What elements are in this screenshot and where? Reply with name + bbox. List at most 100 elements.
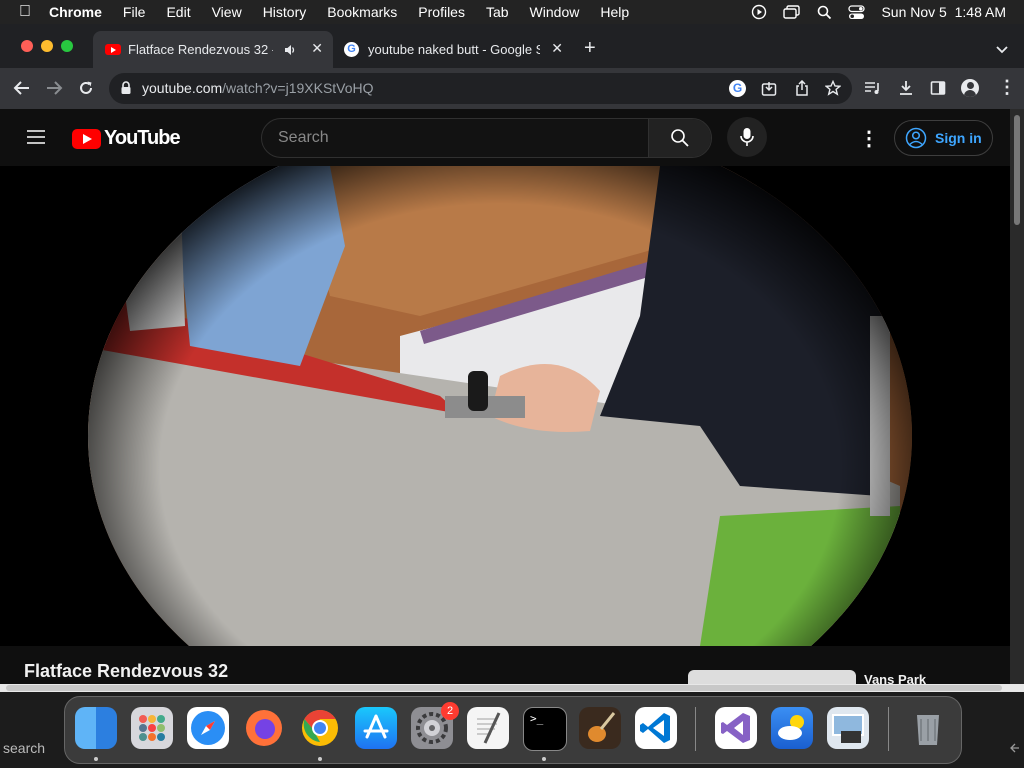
account-circle-icon — [905, 127, 927, 149]
chrome-tab-strip: Flatface Rendezvous 32 - ✕ G youtube nak… — [0, 24, 1024, 68]
dock-launchpad-icon[interactable] — [131, 707, 173, 749]
window-close-button[interactable] — [21, 40, 33, 52]
menu-bookmarks[interactable]: Bookmarks — [327, 4, 397, 20]
dock-textedit-icon[interactable] — [467, 707, 509, 749]
google-lens-icon[interactable]: G — [729, 80, 746, 97]
side-panel-icon[interactable] — [930, 80, 946, 96]
play-circle-icon[interactable] — [751, 4, 767, 20]
youtube-logo-text: YouTube — [104, 127, 181, 149]
safari-compass-icon — [191, 711, 225, 745]
tab-search-chevron-icon[interactable] — [995, 45, 1009, 55]
notification-badge: 2 — [441, 702, 459, 720]
tab-close-icon[interactable]: ✕ — [551, 40, 563, 57]
control-center-icon[interactable] — [848, 4, 866, 20]
search-button[interactable] — [648, 119, 711, 157]
youtube-page: YouTube Search ⋮ Sign in Flatface Rendez… — [0, 109, 1010, 684]
window-minimize-button[interactable] — [41, 40, 53, 52]
menu-tab[interactable]: Tab — [486, 4, 509, 20]
settings-kebab-icon[interactable]: ⋮ — [859, 126, 879, 151]
install-app-icon[interactable] — [761, 81, 777, 97]
reload-icon[interactable] — [78, 80, 94, 96]
video-player[interactable] — [0, 166, 1010, 646]
search-icon — [671, 129, 689, 147]
back-arrow-icon[interactable] — [1010, 743, 1020, 753]
apple-icon[interactable]:  — [19, 3, 31, 21]
tab-close-icon[interactable]: ✕ — [311, 40, 323, 57]
video-title: Flatface Rendezvous 32 — [24, 661, 229, 681]
search-input[interactable]: Search — [278, 129, 329, 147]
tab-audio-playing-icon[interactable] — [283, 43, 297, 57]
menu-help[interactable]: Help — [600, 4, 629, 20]
dock-garageband-icon[interactable] — [579, 707, 621, 749]
url-path: /watch?v=j19XKStVoHQ — [222, 80, 374, 96]
video-frame — [0, 166, 1010, 646]
notepad-pen-icon — [477, 712, 501, 744]
media-control-icon[interactable] — [864, 80, 882, 96]
screen-mirroring-icon[interactable] — [783, 4, 801, 20]
dock-weather-icon[interactable] — [771, 707, 813, 749]
forward-arrow-icon[interactable] — [45, 80, 63, 96]
trash-can-icon — [917, 715, 939, 745]
visual-studio-logo-icon — [721, 713, 750, 743]
chrome-toolbar: youtube.com/watch?v=j19XKStVoHQ G ⋮ — [0, 68, 1024, 109]
chrome-menu-kebab-icon[interactable]: ⋮ — [998, 77, 1016, 98]
related-video-title[interactable]: Vans Park — [864, 672, 926, 684]
running-indicator — [318, 757, 322, 761]
google-favicon-icon: G — [344, 42, 359, 57]
vscode-logo-icon — [640, 713, 670, 743]
youtube-logo-icon — [72, 128, 101, 149]
horizontal-scrollbar-thumb[interactable] — [6, 685, 1002, 691]
firefox-icon — [246, 710, 282, 746]
share-icon[interactable] — [795, 80, 809, 96]
dock-separator — [695, 707, 696, 751]
profile-avatar-icon[interactable] — [961, 79, 979, 97]
terminal-prompt-icon: >_ — [530, 712, 544, 725]
back-arrow-icon[interactable] — [13, 80, 31, 96]
new-tab-plus-icon[interactable]: + — [584, 37, 596, 60]
spotlight-search-icon[interactable] — [817, 5, 832, 20]
preview-photos-icon — [832, 714, 864, 743]
vertical-scrollbar[interactable] — [1010, 109, 1024, 684]
tab-flatface-rendezvous[interactable]: Flatface Rendezvous 32 - ✕ — [93, 31, 333, 68]
bookmark-star-icon[interactable] — [825, 80, 841, 96]
dock-trash-icon[interactable] — [907, 707, 949, 749]
voice-search-button[interactable] — [727, 117, 767, 157]
menu-history[interactable]: History — [263, 4, 307, 20]
menu-file[interactable]: File — [123, 4, 146, 20]
dock-app-store-icon[interactable] — [355, 707, 397, 749]
sign-in-label: Sign in — [935, 130, 982, 146]
dock-chrome-icon[interactable] — [299, 707, 341, 749]
menu-view[interactable]: View — [212, 4, 242, 20]
launchpad-grid-icon — [139, 715, 165, 741]
horizontal-scrollbar[interactable] — [0, 684, 1024, 692]
dock-safari-icon[interactable] — [187, 707, 229, 749]
dock-visual-studio-icon[interactable] — [715, 707, 757, 749]
url-text[interactable]: youtube.com/watch?v=j19XKStVoHQ — [142, 80, 374, 96]
lock-icon[interactable] — [120, 81, 132, 95]
dock-finder-icon[interactable] — [75, 707, 117, 749]
menu-window[interactable]: Window — [530, 4, 580, 20]
menubar-clock[interactable]: Sun Nov 5 1:48 AM — [881, 4, 1006, 20]
sign-in-button[interactable]: Sign in — [894, 120, 993, 156]
menu-app-chrome[interactable]: Chrome — [49, 4, 102, 20]
vertical-scrollbar-thumb[interactable] — [1014, 115, 1020, 225]
dock-separator — [888, 707, 889, 751]
menu-edit[interactable]: Edit — [166, 4, 190, 20]
dock-terminal-icon[interactable]: >_ — [523, 707, 567, 751]
window-zoom-button[interactable] — [61, 40, 73, 52]
address-bar[interactable]: youtube.com/watch?v=j19XKStVoHQ G — [109, 73, 852, 104]
related-video-thumbnail[interactable] — [688, 670, 856, 684]
dock-firefox-icon[interactable] — [243, 707, 285, 749]
dock-preview-icon[interactable] — [827, 707, 869, 749]
youtube-logo[interactable]: YouTube — [72, 127, 181, 150]
downloads-icon[interactable] — [898, 80, 914, 96]
tab-title: Flatface Rendezvous 32 - — [128, 42, 273, 57]
menu-profiles[interactable]: Profiles — [418, 4, 465, 20]
search-box[interactable]: Search — [261, 118, 712, 158]
app-store-a-icon — [363, 714, 389, 739]
hamburger-menu-icon[interactable] — [26, 129, 46, 145]
tab-title: youtube naked butt - Google S — [368, 42, 540, 57]
dock-vscode-icon[interactable] — [635, 707, 677, 749]
sun-cloud-icon — [778, 715, 804, 740]
tab-google-search[interactable]: G youtube naked butt - Google S ✕ — [333, 31, 573, 68]
